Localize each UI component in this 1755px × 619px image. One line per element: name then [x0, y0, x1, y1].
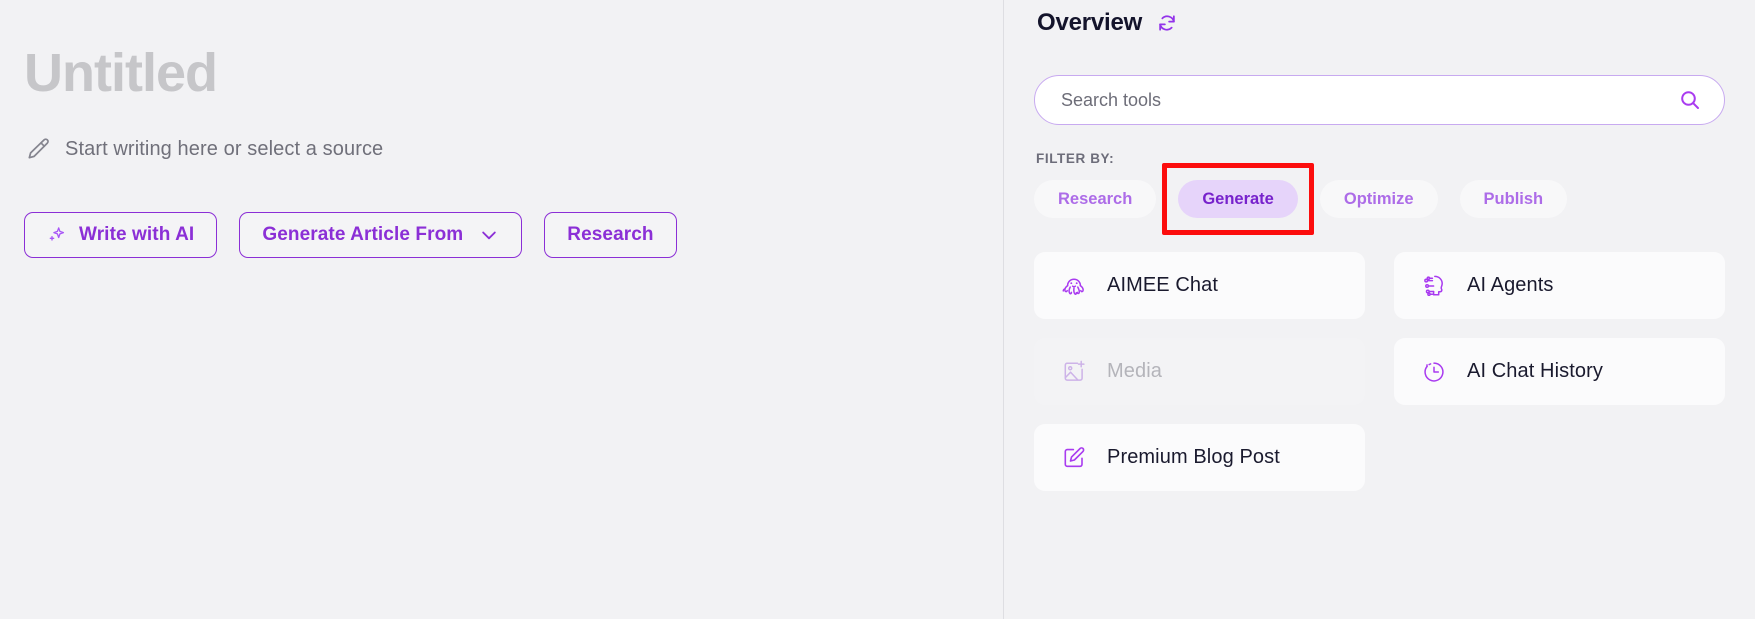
image-plus-icon — [1060, 358, 1088, 386]
tool-card-media: Media — [1034, 338, 1365, 405]
generate-article-from-button[interactable]: Generate Article From — [239, 212, 523, 258]
filter-chip-row: Research Generate Optimize Publish — [1034, 163, 1725, 235]
filter-by-label: FILTER BY: — [1036, 151, 1115, 166]
pencil-icon — [25, 136, 51, 162]
overview-title: Overview — [1037, 9, 1143, 36]
tool-label: Premium Blog Post — [1107, 446, 1280, 468]
filter-chip-research[interactable]: Research — [1034, 180, 1157, 218]
editor-pane: Untitled Start writing here or select a … — [0, 0, 1004, 619]
tool-label: AI Chat History — [1467, 360, 1603, 382]
tool-card-ai-agents[interactable]: AI Agents — [1394, 252, 1725, 319]
write-with-ai-label: Write with AI — [79, 224, 195, 245]
tool-card-grid: AIMEE Chat AI Agents Media AI Chat Histo… — [1034, 252, 1725, 491]
editor-action-row: Write with AI Generate Article From Rese… — [24, 212, 677, 258]
app-root: Untitled Start writing here or select a … — [0, 0, 1755, 619]
research-button[interactable]: Research — [544, 212, 677, 258]
tool-label: Media — [1107, 360, 1162, 382]
tool-card-premium-blog-post[interactable]: Premium Blog Post — [1034, 424, 1365, 491]
clock-history-icon — [1420, 358, 1448, 386]
overview-header: Overview — [1034, 0, 1725, 37]
square-pencil-icon — [1060, 444, 1088, 472]
document-title[interactable]: Untitled — [24, 43, 218, 103]
search-icon[interactable] — [1678, 88, 1702, 112]
filter-chip-generate-highlight: Generate — [1162, 163, 1314, 235]
editor-placeholder-row[interactable]: Start writing here or select a source — [25, 136, 383, 162]
search-bar[interactable] — [1034, 75, 1725, 125]
ai-head-circuit-icon — [1420, 272, 1448, 300]
filter-chip-optimize[interactable]: Optimize — [1319, 180, 1438, 218]
editor-placeholder-text: Start writing here or select a source — [65, 137, 384, 160]
tool-card-ai-chat-history[interactable]: AI Chat History — [1394, 338, 1725, 405]
write-with-ai-button[interactable]: Write with AI — [24, 212, 218, 258]
generate-article-from-label: Generate Article From — [262, 224, 464, 245]
tool-card-aimee-chat[interactable]: AIMEE Chat — [1034, 252, 1365, 319]
tools-pane: Overview FILTER BY: Research — [1004, 0, 1755, 619]
octopus-icon — [1060, 272, 1088, 300]
tool-label: AI Agents — [1467, 274, 1554, 296]
filter-chip-publish[interactable]: Publish — [1459, 180, 1568, 218]
chevron-down-icon — [479, 225, 499, 245]
tool-label: AIMEE Chat — [1107, 274, 1219, 296]
refresh-icon[interactable] — [1156, 12, 1178, 34]
sparkle-icon — [47, 225, 67, 245]
search-input[interactable] — [1061, 89, 1678, 111]
filter-chip-generate[interactable]: Generate — [1178, 180, 1298, 218]
research-label: Research — [567, 224, 654, 245]
